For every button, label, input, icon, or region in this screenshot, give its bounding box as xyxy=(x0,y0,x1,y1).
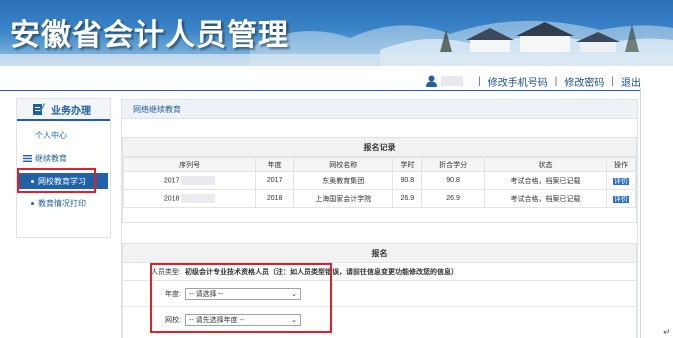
signup-title: 报名 xyxy=(123,244,636,263)
status-cell: 考试合格，档案已记载 xyxy=(483,189,608,208)
col-school: 网校名称 xyxy=(293,157,394,172)
col-op: 操作 xyxy=(606,157,636,172)
change-phone-link[interactable]: 修改手机号码 xyxy=(488,74,548,89)
edit-icon xyxy=(33,103,45,115)
year-cell: 2018 xyxy=(255,189,295,208)
top-divider xyxy=(0,90,640,91)
col-year: 年度 xyxy=(255,157,295,172)
evaluate-link[interactable]: 评价 xyxy=(613,177,630,185)
page-title: 网络继续教育 xyxy=(122,100,637,119)
hours-cell: 26.9 xyxy=(392,189,423,208)
sidebar-item-print-edu[interactable]: 教育情况打印 xyxy=(31,198,86,209)
col-credits: 折合学分 xyxy=(421,157,485,172)
credits-cell: 26.9 xyxy=(421,189,485,208)
year-cell: 2017 xyxy=(255,171,295,190)
change-password-link[interactable]: 修改密码 xyxy=(564,74,604,89)
hours-cell: 90.8 xyxy=(392,171,423,190)
bullet-icon xyxy=(31,202,34,205)
status-cell: 考试合格，档案已记载 xyxy=(483,171,608,190)
list-icon xyxy=(23,155,32,162)
evaluate-link[interactable]: 评价 xyxy=(613,195,630,203)
table-row: 2018 2018 上海国家会计学院 26.9 26.9 考试合格，档案已记载 … xyxy=(122,189,636,208)
logout-link[interactable]: 退出 xyxy=(621,74,641,89)
col-hours: 学时 xyxy=(392,157,423,172)
table-row: 2017 2017 东奥教育集团 90.8 90.8 考试合格，档案已记载 评价 xyxy=(122,171,636,190)
serial-cell: 2017 xyxy=(163,177,180,185)
credits-cell: 90.8 xyxy=(421,171,485,190)
username-redacted xyxy=(441,76,464,86)
records-table: 序列号 年度 网校名称 学时 折合学分 状态 操作 2017 2017 东奥教育… xyxy=(122,157,636,208)
redacted-block xyxy=(181,176,216,185)
sidebar-heading: 业务办理 xyxy=(17,99,110,121)
highlight-box-sidebar xyxy=(17,168,96,193)
user-bar: | 修改手机号码 | 修改密码 | 退出 xyxy=(426,74,641,89)
sidebar-group-continuing-edu[interactable]: 继续教育 xyxy=(23,153,67,164)
school-cell: 上海国家会计学院 xyxy=(293,189,394,208)
highlight-box-form xyxy=(150,263,332,333)
table-header-row: 序列号 年度 网校名称 学时 折合学分 状态 操作 xyxy=(122,157,636,172)
serial-cell: 2018 xyxy=(163,195,180,203)
col-serial: 序列号 xyxy=(122,157,257,172)
header-banner: 安徽省会计人员管理 xyxy=(0,0,673,66)
sidebar-item-personal-center[interactable]: 个人中心 xyxy=(35,130,67,141)
records-title: 报名记录 xyxy=(123,138,636,157)
school-cell: 东奥教育集团 xyxy=(293,171,394,190)
redacted-block xyxy=(181,194,216,203)
right-divider xyxy=(640,88,641,338)
user-icon xyxy=(426,75,438,87)
col-status: 状态 xyxy=(483,157,608,172)
site-title: 安徽省会计人员管理 xyxy=(10,18,289,53)
return-mark: ↵ xyxy=(663,327,671,337)
records-panel: 报名记录 序列号 年度 网校名称 学时 折合学分 状态 操作 2017 2017… xyxy=(122,137,637,223)
